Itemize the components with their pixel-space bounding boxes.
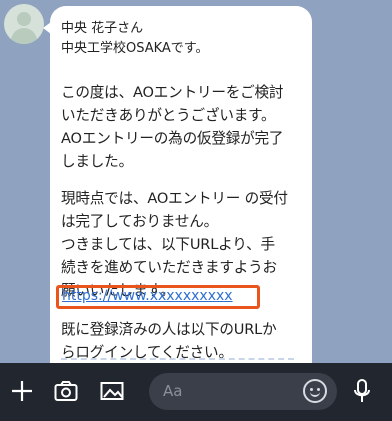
message-line: しました。 [61, 153, 133, 170]
message-line: この度は、AOエントリーをご検討 [61, 84, 284, 101]
message-line: 現時点では、AOエントリー の受付 [61, 190, 288, 207]
sender-avatar[interactable] [4, 4, 44, 44]
message-line: 中央 花子さん [61, 21, 144, 36]
message-line: は完了しておりません。 [61, 213, 219, 230]
avatar-head [17, 12, 31, 26]
message-toolbar: Aa [0, 363, 392, 421]
bubble-tail [43, 22, 51, 34]
plus-icon [12, 381, 32, 401]
plus-button[interactable] [4, 373, 40, 409]
emoji-mouth [310, 391, 320, 397]
message-line: 既に登録済みの人は以下のURLか [61, 321, 277, 338]
message-input-placeholder: Aa [163, 382, 183, 400]
link-preview-underline [61, 358, 294, 360]
camera-button[interactable] [48, 373, 84, 409]
message-link[interactable]: https://www.xxxxxxxxxx [62, 288, 233, 304]
microphone-icon [354, 379, 370, 402]
microphone-button[interactable] [344, 373, 380, 409]
chat-area: 中央 花子さん 中央工学校OSAKAです。 この度は、AOエントリーをご検討 い… [0, 0, 392, 363]
avatar-body [11, 28, 37, 44]
emoji-icon[interactable] [303, 379, 327, 403]
message-bubble[interactable]: 中央 花子さん 中央工学校OSAKAです。 この度は、AOエントリーをご検討 い… [43, 6, 312, 363]
message-line: いただきありがとうございます。 [61, 107, 276, 124]
message-line: 続きを進めていただきますようお [61, 259, 277, 276]
image-icon [100, 382, 124, 400]
message-line: AOエントリーの為の仮登録が完了 [61, 130, 284, 147]
message-input[interactable]: Aa [149, 373, 337, 410]
message-line: つきましては、以下URLより、手 [61, 236, 275, 253]
message-line: 中央工学校OSAKAです。 [61, 41, 209, 56]
image-button[interactable] [94, 373, 130, 409]
camera-icon [54, 381, 78, 401]
